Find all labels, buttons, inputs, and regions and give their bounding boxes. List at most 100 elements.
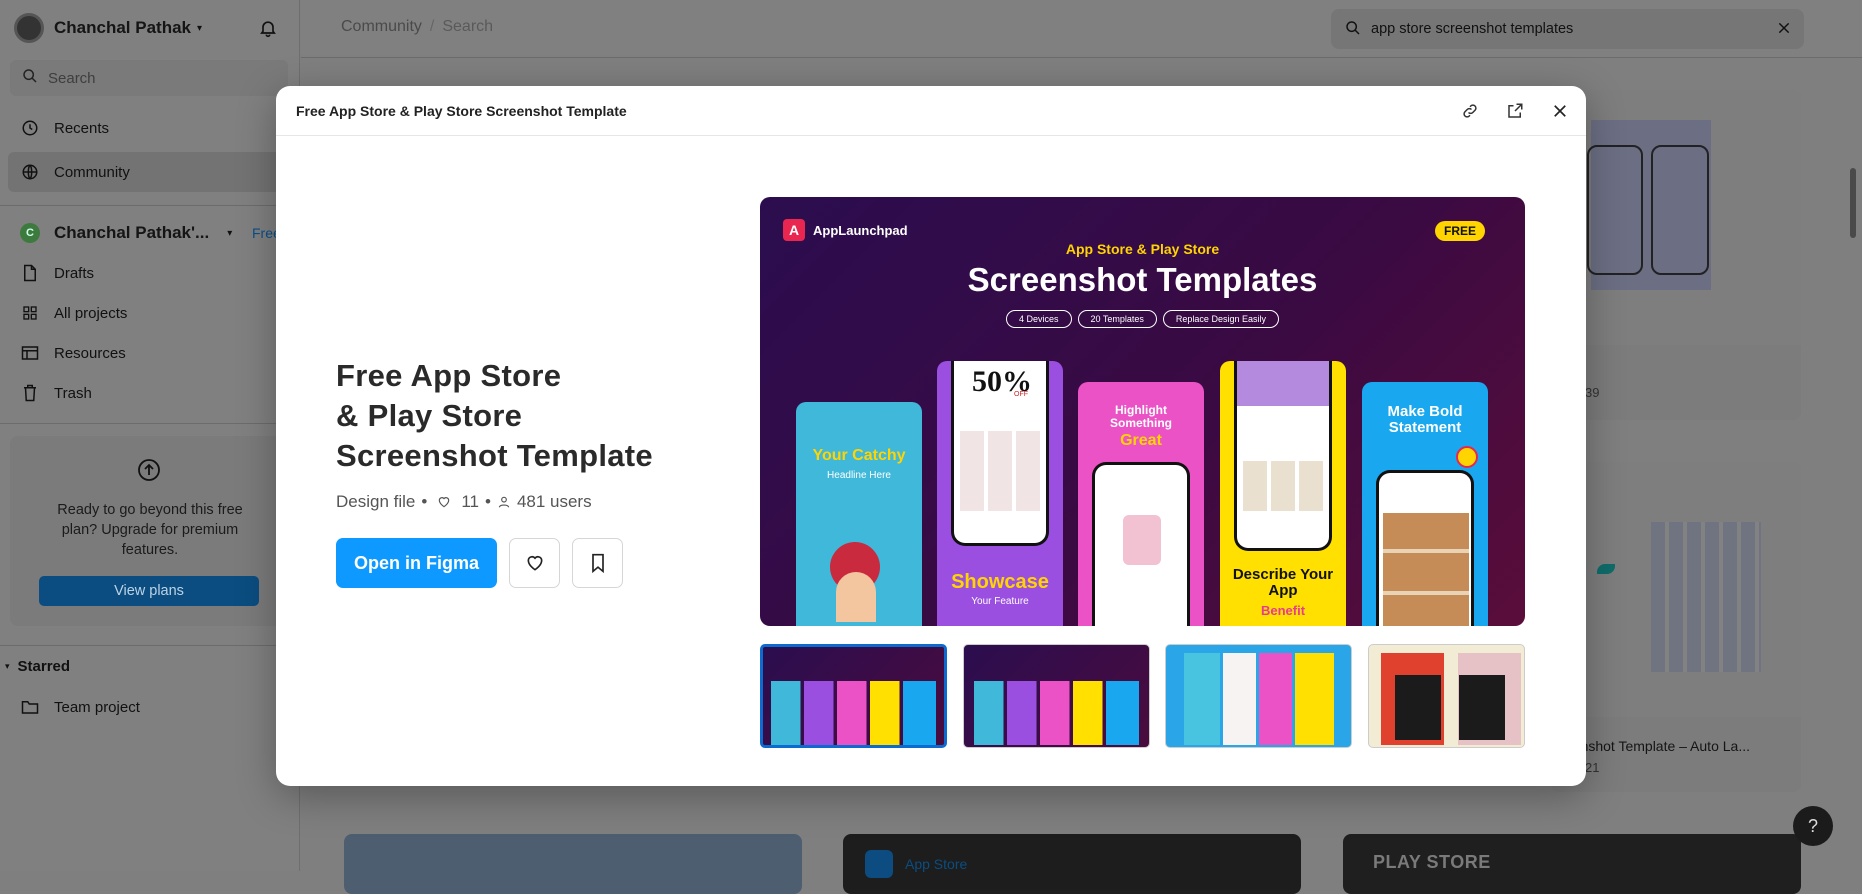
search-query: app store screenshot templates [1371, 21, 1574, 37]
hero-pills: 4 Devices 20 Templates Replace Design Ea… [760, 310, 1525, 328]
thumbnail-3[interactable] [1165, 644, 1352, 748]
pill: Replace Design Easily [1162, 310, 1279, 328]
sidebar-item-all-projects[interactable]: All projects [0, 300, 300, 326]
thumb-panels [1184, 653, 1334, 745]
sidebar-item-community[interactable]: Community [8, 152, 300, 192]
panel-text: Headline Here [827, 470, 891, 481]
sidebar-item-resources[interactable]: Resources [0, 340, 300, 366]
sidebar: Chanchal Pathak ▾ Search Recents Communi… [0, 0, 300, 871]
search-icon [1345, 20, 1361, 39]
modal-header: Free App Store & Play Store Screenshot T… [276, 86, 1586, 136]
panel-text: Make Bold Statement [1387, 403, 1463, 436]
sidebar-item-trash[interactable]: Trash [0, 380, 300, 406]
sidebar-item-drafts[interactable]: Drafts [0, 260, 300, 286]
clear-search-icon[interactable] [1776, 20, 1792, 39]
pill: 4 Devices [1006, 310, 1072, 328]
chevron-down-icon: ▾ [227, 227, 233, 239]
user-avatar [14, 13, 44, 43]
team-switcher[interactable]: C Chanchal Pathak'... ▾ Free [0, 220, 300, 246]
hero-headline: Screenshot Templates [967, 261, 1318, 298]
starred-item-team-project[interactable]: Team project [0, 694, 300, 720]
panel-text: Highlight Something [1110, 403, 1172, 430]
card-count: 39 [1585, 385, 1600, 400]
link-icon[interactable] [1458, 99, 1482, 123]
panel-showcase: 50% OFF Showcase Your Feature [937, 361, 1063, 626]
phone-screen [1234, 361, 1332, 551]
globe-icon [20, 162, 40, 182]
breadcrumb-separator: / [429, 18, 435, 35]
panel-text: OFF [1014, 391, 1028, 398]
heart-icon [525, 553, 545, 573]
chevron-down-icon: ▾ [5, 660, 10, 671]
product-image [1237, 361, 1329, 406]
pill: 20 Templates [1077, 310, 1157, 328]
divider [0, 423, 300, 424]
community-card[interactable]: App Store [843, 834, 1301, 894]
save-button[interactable] [572, 538, 623, 588]
panel-text: Great [1120, 432, 1162, 449]
folder-icon [20, 697, 40, 717]
card-title: PLAY STORE [1373, 852, 1491, 872]
modal-header-title: Free App Store & Play Store Screenshot T… [296, 103, 627, 119]
product-grid [1243, 461, 1325, 511]
thumb-phones [1395, 675, 1505, 740]
dot-separator: • [421, 492, 428, 511]
community-card[interactable]: eenshot Template – Auto La... 21 [1551, 462, 1801, 792]
template-preview-image: A AppLaunchpad FREE App Store & Play Sto… [760, 197, 1525, 626]
breadcrumb-community[interactable]: Community [341, 18, 422, 35]
breadcrumb: Community / Search [341, 18, 493, 36]
card-title: App Store [905, 856, 968, 872]
upgrade-arrow-icon [137, 458, 161, 487]
close-icon[interactable] [1548, 99, 1572, 123]
bell-icon[interactable] [258, 18, 278, 42]
user-name: Chanchal Pathak [54, 18, 191, 37]
scrollbar[interactable] [1850, 168, 1856, 238]
community-card[interactable] [344, 834, 802, 894]
hero-kicker: App Store & Play Store [1065, 241, 1220, 257]
sidebar-item-label: Recents [54, 119, 110, 137]
view-plans-button[interactable]: View plans [39, 576, 259, 606]
panel-text: Showcase [951, 571, 1049, 593]
dot-separator: • [484, 492, 491, 511]
open-external-icon[interactable] [1503, 99, 1527, 123]
thumbnail-4[interactable] [1368, 644, 1525, 748]
community-card[interactable]: te 39 [1551, 90, 1801, 420]
help-button[interactable]: ? [1793, 806, 1833, 846]
community-card[interactable]: PLAY STORE [1343, 834, 1801, 894]
starred-section-toggle[interactable]: ▾ Starred [0, 656, 300, 676]
user-small-icon [497, 495, 511, 509]
breadcrumb-search: Search [442, 18, 494, 35]
panel-text: Your Feature [971, 596, 1029, 607]
open-in-figma-button[interactable]: Open in Figma [336, 538, 497, 588]
user-menu[interactable]: Chanchal Pathak ▾ [0, 12, 300, 44]
card-count: 21 [1585, 760, 1600, 775]
community-search-input[interactable]: app store screenshot templates [1331, 9, 1804, 49]
thumbnail-2[interactable] [963, 644, 1150, 748]
like-button[interactable] [509, 538, 560, 588]
sidebar-item-label: Team project [54, 698, 140, 716]
like-count: 11 [461, 492, 479, 511]
thumbnail-1[interactable] [760, 644, 947, 748]
phone-screen: 50% OFF [951, 361, 1049, 546]
file-icon [20, 263, 40, 283]
sidebar-item-recents[interactable]: Recents [0, 115, 300, 141]
thumb-panels [974, 681, 1139, 745]
panel-bold: Make Bold Statement [1362, 382, 1488, 626]
template-title-line: Screenshot Template [336, 438, 653, 473]
team-name: Chanchal Pathak'... [54, 223, 210, 242]
brand-mark-icon: A [783, 219, 805, 241]
panel-text: Your Catchy [812, 447, 906, 464]
template-preview-modal: Free App Store & Play Store Screenshot T… [276, 86, 1586, 786]
file-type: Design file [336, 492, 416, 511]
panel-catchy: Your Catchy Headline Here [796, 402, 922, 626]
upgrade-panel: Ready to go beyond this free plan? Upgra… [10, 436, 288, 626]
sidebar-item-label: Community [54, 163, 130, 181]
user-count: 481 users [516, 492, 592, 511]
trash-icon [20, 383, 40, 403]
sidebar-item-label: Resources [54, 344, 126, 362]
resources-icon [20, 343, 40, 363]
free-badge: FREE [1434, 221, 1485, 241]
thumb-panels [771, 681, 936, 745]
sidebar-search[interactable]: Search [10, 60, 288, 96]
phone-screen [1092, 462, 1190, 626]
